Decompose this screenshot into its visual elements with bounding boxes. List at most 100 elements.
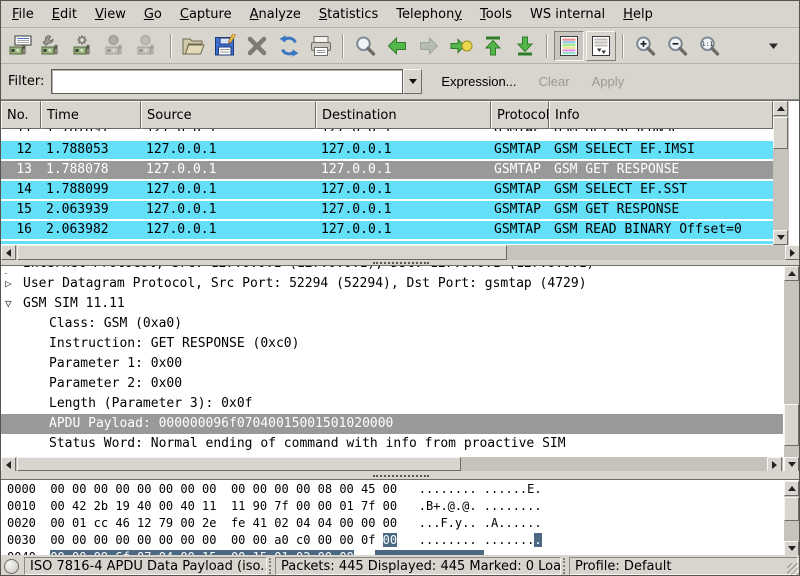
scroll-right-button[interactable] bbox=[767, 457, 782, 472]
detail-instruction[interactable]: Instruction: GET RESPONSE (0xc0) bbox=[1, 334, 783, 354]
scroll-right-button[interactable] bbox=[785, 245, 800, 260]
menu-capture[interactable]: Capture bbox=[171, 3, 241, 26]
filter-dropdown-button[interactable] bbox=[403, 69, 422, 94]
hex-bytes[interactable]: 00 01 cc 46 12 79 00 2e fe 41 02 04 04 0… bbox=[50, 516, 397, 530]
zoom-out-button[interactable] bbox=[662, 31, 692, 61]
apply-button[interactable]: Apply bbox=[589, 72, 628, 91]
packet-row-16[interactable]: 162.063982127.0.0.1127.0.0.1GSMTAPGSM RE… bbox=[1, 221, 773, 241]
column-header-time[interactable]: Time bbox=[41, 101, 141, 129]
hex-bytes[interactable]: 00 00 00 00 00 00 00 00 00 00 00 00 08 0… bbox=[50, 482, 397, 496]
start-capture-button[interactable] bbox=[70, 31, 100, 61]
clear-button[interactable]: Clear bbox=[536, 72, 573, 91]
detail-internet-protocol[interactable]: ▷Internet Protocol, Src: 127.0.0.1 (127.… bbox=[1, 266, 783, 274]
zoom-100-button[interactable]: 1:1 bbox=[694, 31, 724, 61]
hex-ascii[interactable]: .B+.@.@. ........ bbox=[419, 499, 542, 513]
detail-parameter-2[interactable]: Parameter 2: 0x00 bbox=[1, 374, 783, 394]
scrollbar-thumb[interactable] bbox=[784, 404, 799, 446]
detail-gsm-sim[interactable]: ▽GSM SIM 11.11 bbox=[1, 294, 783, 314]
expert-info-button[interactable] bbox=[4, 559, 19, 574]
scroll-up-button[interactable] bbox=[784, 481, 799, 496]
packet-row-11[interactable]: 111.787891127.0.0.1127.0.0.1GSMTAPGSM GE… bbox=[1, 129, 773, 141]
go-to-bottom-button[interactable] bbox=[510, 31, 540, 61]
scrollbar-thumb[interactable] bbox=[17, 457, 461, 471]
toolbar-overflow-button[interactable] bbox=[759, 31, 789, 61]
hex-ascii[interactable]: ...F.y.. .A...... bbox=[419, 516, 542, 530]
details-vscrollbar[interactable] bbox=[784, 266, 800, 472]
hex-row-0030[interactable]: 003000 00 00 00 00 00 00 00 00 00 a0 c0 … bbox=[1, 532, 783, 549]
menu-telephony[interactable]: Telephony bbox=[387, 3, 471, 26]
packet-row-13[interactable]: 131.788078127.0.0.1127.0.0.1GSMTAPGSM GE… bbox=[1, 161, 773, 181]
hex-ascii[interactable]: ........ ......E. bbox=[419, 482, 542, 496]
detail-user-datagram-protocol[interactable]: ▷User Datagram Protocol, Src Port: 52294… bbox=[1, 274, 783, 294]
detail-parameter-1[interactable]: Parameter 1: 0x00 bbox=[1, 354, 783, 374]
hex-row-0000[interactable]: 000000 00 00 00 00 00 00 00 00 00 00 00 … bbox=[1, 481, 783, 498]
detail-status-word[interactable]: Status Word: Normal ending of command wi… bbox=[1, 434, 783, 454]
go-back-button[interactable] bbox=[382, 31, 412, 61]
colorize-button[interactable] bbox=[554, 31, 584, 61]
auto-scroll-button[interactable] bbox=[586, 31, 616, 61]
menu-edit[interactable]: Edit bbox=[43, 3, 86, 26]
menu-tools[interactable]: Tools bbox=[471, 3, 521, 26]
detail-length-parameter-3[interactable]: Length (Parameter 3): 0x0f bbox=[1, 394, 783, 414]
column-header-destination[interactable]: Destination bbox=[316, 101, 491, 129]
go-forward-button[interactable] bbox=[414, 31, 444, 61]
scrollbar-thumb[interactable] bbox=[773, 117, 788, 149]
menu-analyze[interactable]: Analyze bbox=[241, 3, 310, 26]
close-file-button[interactable] bbox=[242, 31, 272, 61]
menu-view[interactable]: View bbox=[86, 3, 135, 26]
save-file-button[interactable] bbox=[210, 31, 240, 61]
menu-statistics[interactable]: Statistics bbox=[310, 3, 387, 26]
print-button[interactable] bbox=[306, 31, 336, 61]
selected-ascii-char[interactable]: . bbox=[534, 533, 541, 547]
packet-row-14[interactable]: 141.788099127.0.0.1127.0.0.1GSMTAPGSM SE… bbox=[1, 181, 773, 201]
column-header-protocol[interactable]: Protocol bbox=[491, 101, 549, 129]
go-to-top-button[interactable] bbox=[478, 31, 508, 61]
pane-splitter[interactable] bbox=[1, 471, 800, 479]
expression-button[interactable]: Expression... bbox=[438, 72, 519, 91]
scrollbar-thumb[interactable] bbox=[17, 245, 507, 260]
scrollbar-thumb[interactable] bbox=[784, 497, 799, 521]
scroll-left-button[interactable] bbox=[1, 245, 16, 260]
go-to-packet-button[interactable] bbox=[446, 31, 476, 61]
packet-row-15[interactable]: 152.063939127.0.0.1127.0.0.1GSMTAPGSM GE… bbox=[1, 201, 773, 221]
collapse-triangle-icon[interactable]: ▽ bbox=[5, 294, 12, 314]
packet-list-vscrollbar[interactable] bbox=[773, 101, 789, 245]
packet-list-hscrollbar[interactable] bbox=[1, 245, 800, 261]
scroll-down-button[interactable] bbox=[773, 230, 788, 245]
detail-apdu-payload[interactable]: APDU Payload: 000000096f0704001500150102… bbox=[1, 414, 783, 434]
hex-ascii[interactable]: ........ ........ bbox=[419, 533, 542, 547]
bytes-vscrollbar[interactable] bbox=[784, 481, 800, 556]
capture-options-button[interactable] bbox=[38, 31, 68, 61]
packet-row-12[interactable]: 121.788053127.0.0.1127.0.0.1GSMTAPGSM SE… bbox=[1, 141, 773, 161]
menu-ws-internal[interactable]: WS internal bbox=[521, 3, 614, 26]
scroll-up-button[interactable] bbox=[784, 266, 799, 281]
stop-capture-button[interactable] bbox=[102, 31, 132, 61]
find-packet-button[interactable] bbox=[350, 31, 380, 61]
scroll-left-button[interactable] bbox=[1, 457, 16, 472]
hex-bytes[interactable]: 00 00 00 00 00 00 00 00 00 00 a0 c0 00 0… bbox=[50, 533, 397, 547]
restart-capture-button[interactable] bbox=[134, 31, 164, 61]
list-interfaces-button[interactable] bbox=[6, 31, 36, 61]
scroll-down-button[interactable] bbox=[784, 457, 799, 472]
reload-button[interactable] bbox=[274, 31, 304, 61]
detail-class[interactable]: Class: GSM (0xa0) bbox=[1, 314, 783, 334]
menu-help[interactable]: Help bbox=[614, 3, 662, 26]
hex-bytes[interactable]: 00 42 2b 19 40 00 40 11 11 90 7f 00 00 0… bbox=[50, 499, 397, 513]
menu-file[interactable]: File bbox=[3, 3, 43, 26]
details-hscrollbar[interactable] bbox=[1, 457, 783, 472]
filter-input[interactable] bbox=[51, 69, 403, 94]
open-file-button[interactable] bbox=[178, 31, 208, 61]
zoom-in-button[interactable] bbox=[630, 31, 660, 61]
column-header-no[interactable]: No. bbox=[1, 101, 41, 129]
resize-grip[interactable] bbox=[787, 563, 800, 576]
scroll-up-button[interactable] bbox=[773, 101, 788, 116]
column-header-source[interactable]: Source bbox=[141, 101, 316, 129]
column-header-info[interactable]: Info bbox=[549, 101, 773, 129]
scroll-down-button[interactable] bbox=[784, 541, 799, 556]
hex-row-0020[interactable]: 002000 01 cc 46 12 79 00 2e fe 41 02 04 … bbox=[1, 515, 783, 532]
selected-byte[interactable]: 00 bbox=[383, 533, 397, 547]
expand-triangle-icon[interactable]: ▷ bbox=[5, 274, 12, 294]
hex-row-0010[interactable]: 001000 42 2b 19 40 00 40 11 11 90 7f 00 … bbox=[1, 498, 783, 515]
menu-go[interactable]: Go bbox=[135, 3, 171, 26]
expand-triangle-icon[interactable]: ▷ bbox=[5, 266, 12, 274]
